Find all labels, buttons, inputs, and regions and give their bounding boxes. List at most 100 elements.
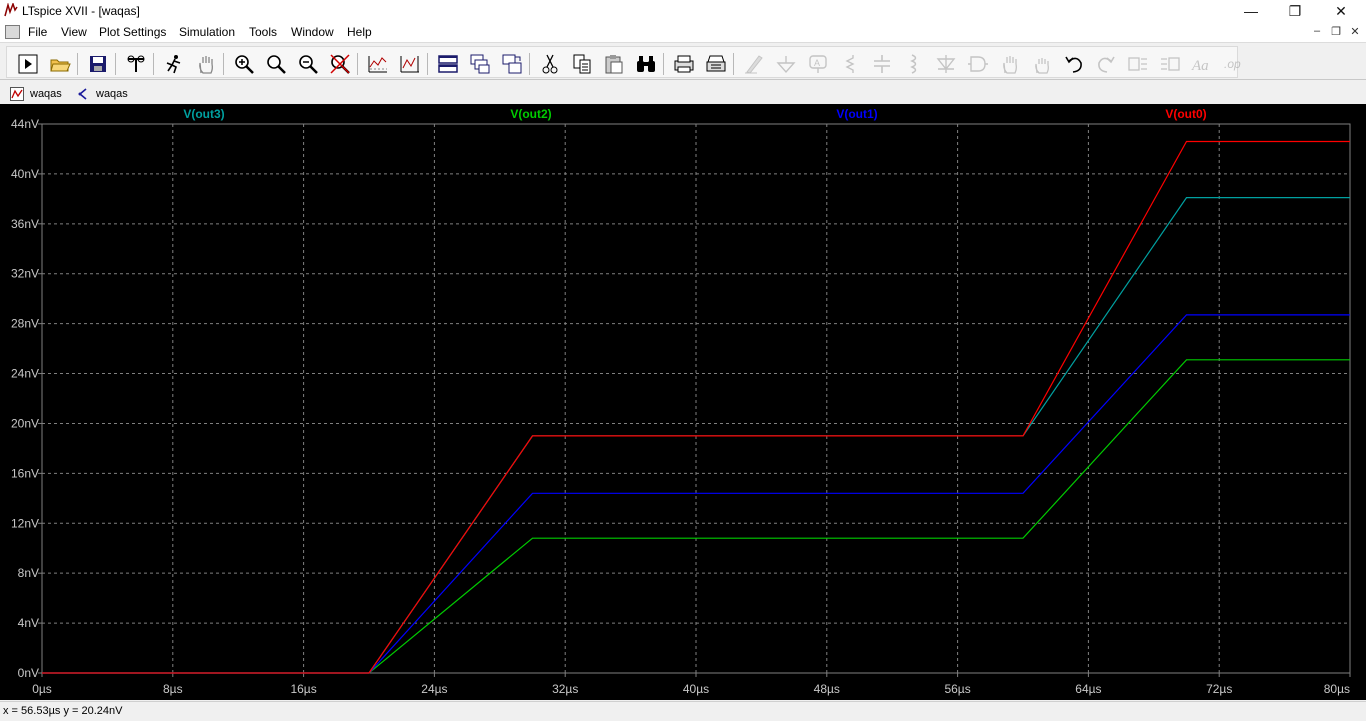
svg-text:Aa: Aa <box>1191 58 1209 74</box>
move-hand-icon[interactable] <box>997 51 1023 77</box>
y-tick-label: 0nV <box>18 666 39 680</box>
drag-hand-icon[interactable] <box>1029 51 1055 77</box>
open-folder-icon[interactable] <box>47 51 73 77</box>
x-tick-label: 64µs <box>1075 682 1101 696</box>
tab-label: waqas <box>96 88 128 100</box>
mirror-icon[interactable] <box>1157 51 1183 77</box>
cursor-readout: x = 56.53µs y = 20.24nV <box>3 705 123 717</box>
cut-icon[interactable] <box>537 51 563 77</box>
x-tick-label: 24µs <box>421 682 447 696</box>
maximize-button[interactable]: ❐ <box>1272 0 1318 22</box>
y-tick-label: 32nV <box>11 267 39 281</box>
spice-directive-icon[interactable]: .op <box>1221 51 1247 77</box>
paste-icon[interactable] <box>601 51 627 77</box>
window-title: LTspice XVII - [waqas] <box>22 4 140 18</box>
svg-text:.op: .op <box>1224 57 1241 71</box>
y-tick-label: 16nV <box>11 466 39 480</box>
zoom-cancel-icon[interactable] <box>327 51 353 77</box>
x-tick-label: 80µs <box>1324 682 1350 696</box>
legend-v-out2: V(out2) <box>510 107 551 121</box>
menu-bar: File View Plot Settings Simulation Tools… <box>0 22 1366 42</box>
capacitor-icon[interactable] <box>869 51 895 77</box>
mdi-close-button[interactable]: ✕ <box>1346 25 1364 39</box>
document-tabs: waqas waqas <box>0 82 1366 104</box>
y-tick-label: 8nV <box>18 566 39 580</box>
tab-schematic[interactable]: waqas <box>76 85 128 103</box>
legend-v-out0: V(out0) <box>1165 107 1206 121</box>
autorange-y-icon[interactable] <box>397 51 423 77</box>
toolbar-strip: A Aa .op <box>6 46 1241 78</box>
y-tick-label: 28nV <box>11 317 39 331</box>
copy-icon[interactable] <box>569 51 595 77</box>
y-tick-label: 20nV <box>11 416 39 430</box>
schematic-icon <box>78 88 87 100</box>
redo-icon[interactable] <box>1093 51 1119 77</box>
cascade-icon[interactable] <box>467 51 493 77</box>
y-tick-label: 12nV <box>11 516 39 530</box>
menu-simulation[interactable]: Simulation <box>179 25 235 39</box>
waveform-plot[interactable]: 0µs 8µs 16µs 24µs 32µs 40µs 48µs 56µs 64µs 72µs 80… <box>0 104 1366 700</box>
y-tick-label: 24nV <box>11 367 39 381</box>
ground-icon[interactable] <box>773 51 799 77</box>
mdi-restore-button[interactable]: ❐ <box>1327 25 1345 39</box>
x-tick-label: 32µs <box>552 682 578 696</box>
find-binoculars-icon[interactable] <box>633 51 659 77</box>
tile-horizontal-icon[interactable] <box>435 51 461 77</box>
menu-file[interactable]: File <box>28 25 47 39</box>
svg-text:A: A <box>814 58 820 68</box>
print-preview-icon[interactable] <box>703 51 729 77</box>
close-button[interactable]: ✕ <box>1318 0 1364 22</box>
y-tick-label: 36nV <box>11 217 39 231</box>
undo-icon[interactable] <box>1061 51 1087 77</box>
draw-wire-icon[interactable] <box>741 51 767 77</box>
minimize-button[interactable]: — <box>1228 0 1274 22</box>
inductor-icon[interactable] <box>901 51 927 77</box>
menu-plot-settings[interactable]: Plot Settings <box>99 25 166 39</box>
zoom-out-icon[interactable] <box>295 51 321 77</box>
x-tick-label: 56µs <box>944 682 970 696</box>
legend-v-out1: V(out1) <box>836 107 877 121</box>
legend-v-out3: V(out3) <box>183 107 224 121</box>
x-tick-label: 16µs <box>290 682 316 696</box>
zoom-in-icon[interactable] <box>231 51 257 77</box>
x-tick-label: 72µs <box>1206 682 1232 696</box>
pan-hand-icon[interactable] <box>193 51 219 77</box>
series-line-vout1 <box>42 314 1350 674</box>
x-tick-label: 40µs <box>683 682 709 696</box>
run-icon[interactable] <box>15 51 41 77</box>
label-net-icon[interactable]: A <box>805 51 831 77</box>
save-icon[interactable] <box>85 51 111 77</box>
halt-run-icon[interactable] <box>161 51 187 77</box>
x-tick-label: 48µs <box>814 682 840 696</box>
status-bar: x = 56.53µs y = 20.24nV <box>0 701 1366 721</box>
print-icon[interactable] <box>671 51 697 77</box>
y-tick-label: 40nV <box>11 167 39 181</box>
autorange-icon[interactable] <box>365 51 391 77</box>
document-icon[interactable] <box>5 25 20 39</box>
menu-tools[interactable]: Tools <box>249 25 277 39</box>
waveform-icon <box>10 87 24 101</box>
menu-help[interactable]: Help <box>347 25 372 39</box>
tab-label: waqas <box>30 88 62 100</box>
plot-canvas[interactable]: 0µs 8µs 16µs 24µs 32µs 40µs 48µs 56µs 64µs 72µs 80… <box>0 104 1366 700</box>
menu-window[interactable]: Window <box>291 25 334 39</box>
x-tick-label: 8µs <box>163 682 183 696</box>
control-panel-icon[interactable] <box>123 51 149 77</box>
zoom-full-icon[interactable] <box>263 51 289 77</box>
ltspice-app-icon <box>4 3 18 17</box>
tab-waveform[interactable]: waqas <box>10 85 62 103</box>
tile-vertical-icon[interactable] <box>499 51 525 77</box>
component-icon[interactable] <box>965 51 991 77</box>
plot-frame <box>41 123 1351 674</box>
rotate-icon[interactable] <box>1125 51 1151 77</box>
text-icon[interactable]: Aa <box>1189 51 1215 77</box>
mdi-minimize-button[interactable]: – <box>1308 25 1326 39</box>
y-tick-label: 4nV <box>18 616 39 630</box>
menu-view[interactable]: View <box>61 25 87 39</box>
diode-icon[interactable] <box>933 51 959 77</box>
toolbar: A Aa .op <box>0 42 1366 80</box>
x-tick-label: 0µs <box>32 682 52 696</box>
y-tick-label: 44nV <box>11 117 39 131</box>
title-bar: LTspice XVII - [waqas] — ❐ ✕ <box>0 0 1366 22</box>
resistor-icon[interactable] <box>837 51 863 77</box>
